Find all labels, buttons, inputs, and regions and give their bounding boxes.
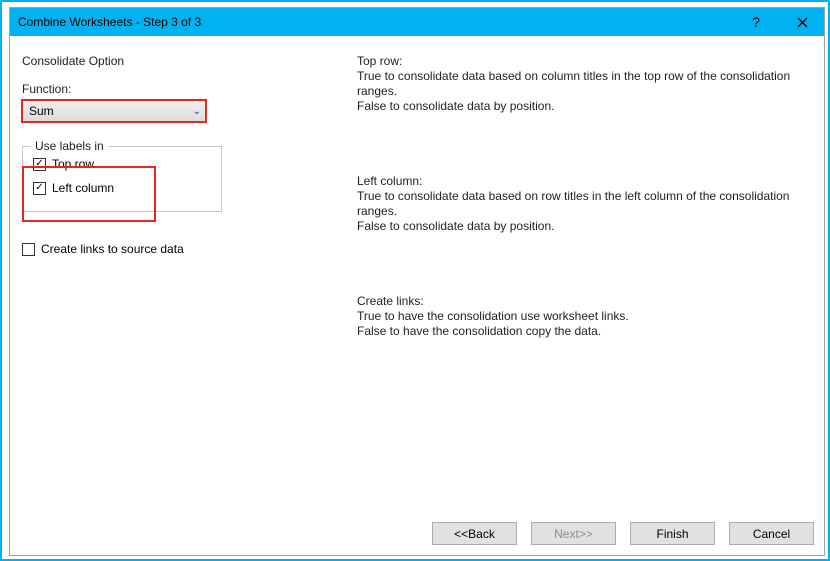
chevron-down-icon: ⌄	[193, 106, 201, 117]
cancel-button[interactable]: Cancel	[729, 522, 814, 545]
desc-left-col: Left column: True to consolidate data ba…	[357, 174, 812, 234]
desc-left-col-head: Left column:	[357, 174, 812, 189]
titlebar: Combine Worksheets - Step 3 of 3 ?	[10, 8, 824, 36]
footer-buttons: <<Back Next>> Finish Cancel	[432, 522, 814, 545]
window-title: Combine Worksheets - Step 3 of 3	[18, 15, 742, 29]
help-button[interactable]: ?	[742, 11, 770, 33]
function-dropdown[interactable]: Sum ⌄	[22, 100, 206, 122]
left-pane: Consolidate Option Function: Sum ⌄ Use l…	[22, 48, 357, 500]
desc-top-row-l2: False to consolidate data by position.	[357, 99, 807, 114]
desc-top-row-head: Top row:	[357, 54, 812, 69]
back-button[interactable]: <<Back	[432, 522, 517, 545]
close-icon	[797, 17, 808, 28]
desc-left-col-l2: False to consolidate data by position.	[357, 219, 807, 234]
desc-left-col-l1: True to consolidate data based on row ti…	[357, 189, 807, 219]
desc-top-row: Top row: True to consolidate data based …	[357, 54, 812, 114]
function-dropdown-value: Sum	[29, 104, 54, 118]
desc-top-row-l1: True to consolidate data based on column…	[357, 69, 807, 99]
section-title: Consolidate Option	[22, 54, 349, 68]
desc-create-links-l1: True to have the consolidation use works…	[357, 309, 807, 324]
function-dropdown-highlight: Sum ⌄	[22, 100, 206, 122]
desc-create-links-head: Create links:	[357, 294, 812, 309]
create-links-checkbox[interactable]	[22, 243, 35, 256]
top-row-checkbox-row[interactable]: Top row	[33, 157, 211, 171]
top-row-label: Top row	[52, 157, 94, 171]
left-column-checkbox-row[interactable]: Left column	[33, 181, 211, 195]
create-links-row[interactable]: Create links to source data	[22, 242, 349, 256]
window-controls: ?	[742, 11, 816, 33]
function-label: Function:	[22, 82, 349, 96]
desc-create-links-l2: False to have the consolidation copy the…	[357, 324, 807, 339]
top-row-checkbox[interactable]	[33, 158, 46, 171]
right-pane: Top row: True to consolidate data based …	[357, 48, 812, 500]
desc-create-links: Create links: True to have the consolida…	[357, 294, 812, 339]
next-button: Next>>	[531, 522, 616, 545]
left-column-label: Left column	[52, 181, 114, 195]
finish-button[interactable]: Finish	[630, 522, 715, 545]
use-labels-fieldset: Use labels in Top row Left column	[22, 146, 222, 212]
dialog-window: Combine Worksheets - Step 3 of 3 ? Conso…	[9, 7, 825, 556]
create-links-label: Create links to source data	[41, 242, 184, 256]
body-area: Consolidate Option Function: Sum ⌄ Use l…	[10, 36, 824, 555]
help-icon: ?	[752, 14, 760, 30]
close-button[interactable]	[788, 11, 816, 33]
left-column-checkbox[interactable]	[33, 182, 46, 195]
outer-border: Combine Worksheets - Step 3 of 3 ? Conso…	[0, 0, 830, 561]
use-labels-legend: Use labels in	[31, 139, 108, 153]
